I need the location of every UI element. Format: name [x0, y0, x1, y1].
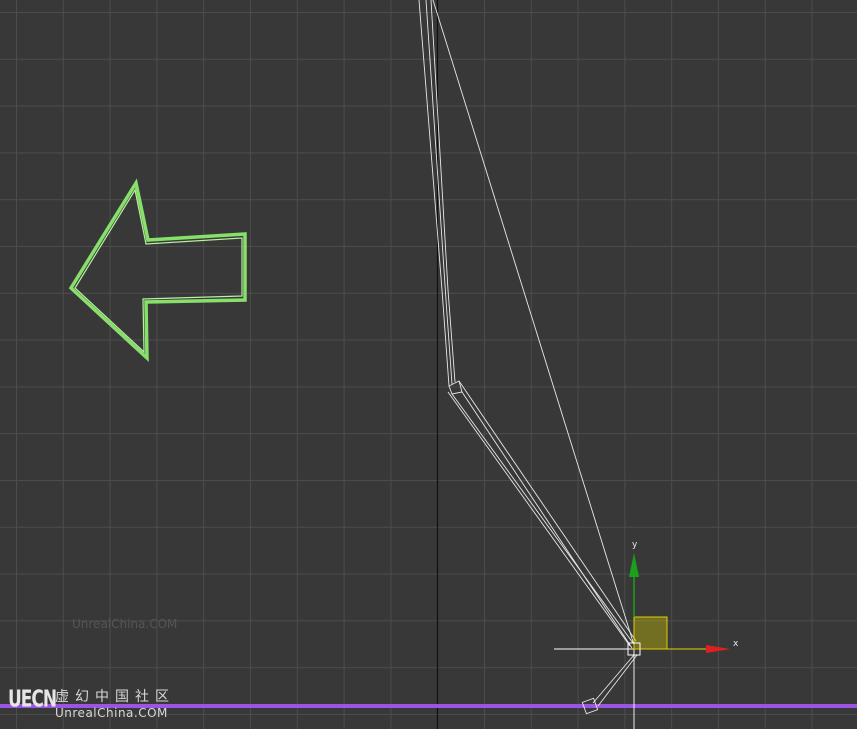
foot-bone-edge-b: [597, 654, 638, 707]
foot-bone-edge-a: [592, 654, 635, 704]
logo-mark-text: UECN: [8, 686, 57, 713]
gizmo-x-label: x: [733, 639, 739, 649]
transform-gizmo[interactable]: x y: [554, 540, 739, 729]
lower-bone-edge-c: [458, 380, 637, 642]
gizmo-y-arrow-icon[interactable]: [629, 553, 639, 577]
left-arrow-icon: [68, 178, 247, 363]
logo-chinese-text: 虚幻中国社区: [55, 689, 175, 705]
lower-bone-edge-a: [447, 391, 631, 647]
lower-bone-edge-b: [451, 393, 634, 644]
gizmo-xy-plane-handle[interactable]: [633, 616, 668, 650]
gizmo-y-label: y: [632, 540, 638, 550]
upper-bone-edge-b: [425, 0, 453, 385]
lower-bone-edge-d: [461, 391, 633, 649]
watermark-ghost-text: UnrealChina.COM: [72, 617, 178, 631]
logo-english-text: UnrealChina.COM: [55, 706, 168, 720]
ik-target-line: [432, 0, 635, 646]
uecn-logo-icon: UECN: [8, 686, 57, 720]
upper-bone-edge-c: [430, 0, 456, 383]
bone-chain-wireframe[interactable]: [418, 0, 638, 715]
viewport-3d[interactable]: x y UnrealChina.COM UECN 虚幻中国社区 UnrealCh…: [0, 0, 857, 729]
gizmo-x-arrow-icon[interactable]: [706, 645, 730, 653]
